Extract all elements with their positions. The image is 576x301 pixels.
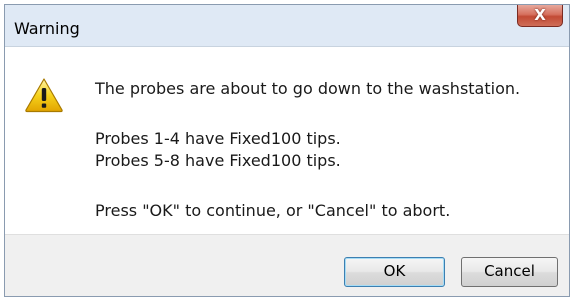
title-bar[interactable]: Warning X (5, 5, 569, 47)
button-bar: OK Cancel (5, 234, 569, 296)
warning-dialog: Warning X The probes are about to go dow… (4, 4, 570, 297)
message-line-1: The probes are about to go down to the w… (95, 79, 521, 98)
cancel-button[interactable]: Cancel (461, 257, 558, 287)
window-title: Warning (14, 19, 80, 38)
warning-icon (25, 78, 63, 113)
message-line-3: Probes 5-8 have Fixed100 tips. (95, 151, 341, 170)
ok-button[interactable]: OK (344, 257, 445, 287)
message-line-4: Press "OK" to continue, or "Cancel" to a… (95, 201, 451, 220)
close-button[interactable]: X (517, 5, 563, 27)
message-line-2: Probes 1-4 have Fixed100 tips. (95, 129, 341, 148)
close-icon: X (534, 6, 546, 24)
dialog-content: The probes are about to go down to the w… (5, 47, 569, 234)
